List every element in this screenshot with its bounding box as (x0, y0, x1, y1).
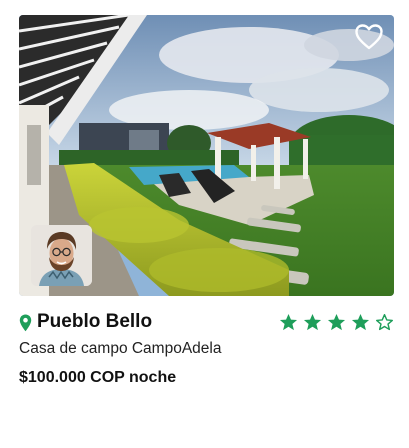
map-pin-icon (19, 314, 32, 332)
listing-card[interactable]: Pueblo Bello Casa de campo CampoAdela $1… (19, 15, 394, 386)
host-avatar-photo (31, 225, 92, 286)
listing-header-row: Pueblo Bello (19, 311, 394, 333)
host-avatar[interactable] (31, 225, 92, 286)
property-name: Casa de campo CampoAdela (19, 340, 222, 357)
star-filled-icon (351, 313, 370, 331)
heart-outline-icon[interactable] (355, 24, 383, 50)
star-filled-icon (303, 313, 322, 331)
rating-stars (279, 313, 394, 332)
price-per-night: $100.000 COP noche (19, 369, 177, 386)
listing-photo[interactable] (19, 15, 394, 296)
star-filled-icon (279, 313, 298, 331)
star-filled-icon (327, 313, 346, 331)
star-empty-icon (375, 313, 394, 331)
listing-location[interactable]: Pueblo Bello (37, 311, 152, 333)
